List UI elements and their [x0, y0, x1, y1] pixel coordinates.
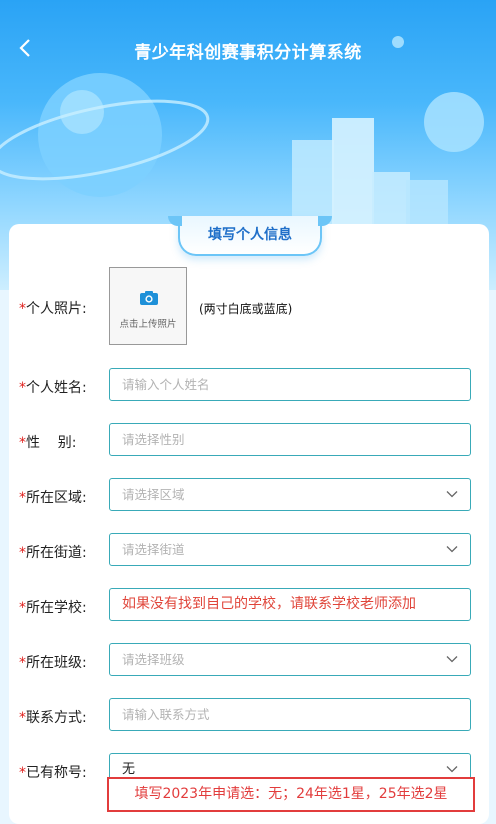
gender-label: *性 别: [19, 435, 77, 451]
photo-hint: (两寸白底或蓝底) [199, 302, 293, 316]
title-value: 无 [122, 762, 136, 777]
street-select[interactable]: 请选择街道 [109, 533, 471, 566]
class-label: *所在班级: [19, 655, 87, 671]
gender-select[interactable]: 请选择性别 [109, 423, 471, 456]
chevron-down-icon [446, 656, 458, 663]
chevron-down-icon [446, 766, 458, 773]
contact-label: *联系方式: [19, 710, 87, 726]
title-label: *已有称号: [19, 765, 87, 781]
contact-input[interactable]: 请输入联系方式 [109, 698, 471, 731]
chevron-down-icon [446, 546, 458, 553]
street-placeholder: 请选择街道 [122, 542, 185, 557]
class-select[interactable]: 请选择班级 [109, 643, 471, 676]
region-placeholder: 请选择区域 [122, 487, 185, 502]
page-title: 青少年科创赛事积分计算系统 [134, 43, 362, 63]
section-tab: 填写个人信息 [168, 216, 332, 256]
street-label: *所在街道: [19, 545, 87, 561]
annotation-note: 填写2023年申请选：无；24年选1星，25年选2星 [107, 777, 475, 812]
camera-icon [140, 291, 158, 305]
photo-upload-button[interactable]: 点击上传照片 [109, 267, 187, 345]
upload-text: 点击上传照片 [119, 319, 177, 330]
name-input[interactable]: 请输入个人姓名 [109, 368, 471, 401]
photo-label: *个人照片: [19, 301, 87, 317]
school-label: *所在学校: [19, 600, 87, 616]
school-input[interactable]: 如果没有找到自己的学校，请联系学校老师添加 [109, 588, 471, 621]
region-select[interactable]: 请选择区域 [109, 478, 471, 511]
region-label: *所在区域: [19, 490, 87, 506]
name-label: *个人姓名: [19, 380, 87, 396]
chevron-down-icon [446, 491, 458, 498]
class-placeholder: 请选择班级 [122, 652, 185, 667]
